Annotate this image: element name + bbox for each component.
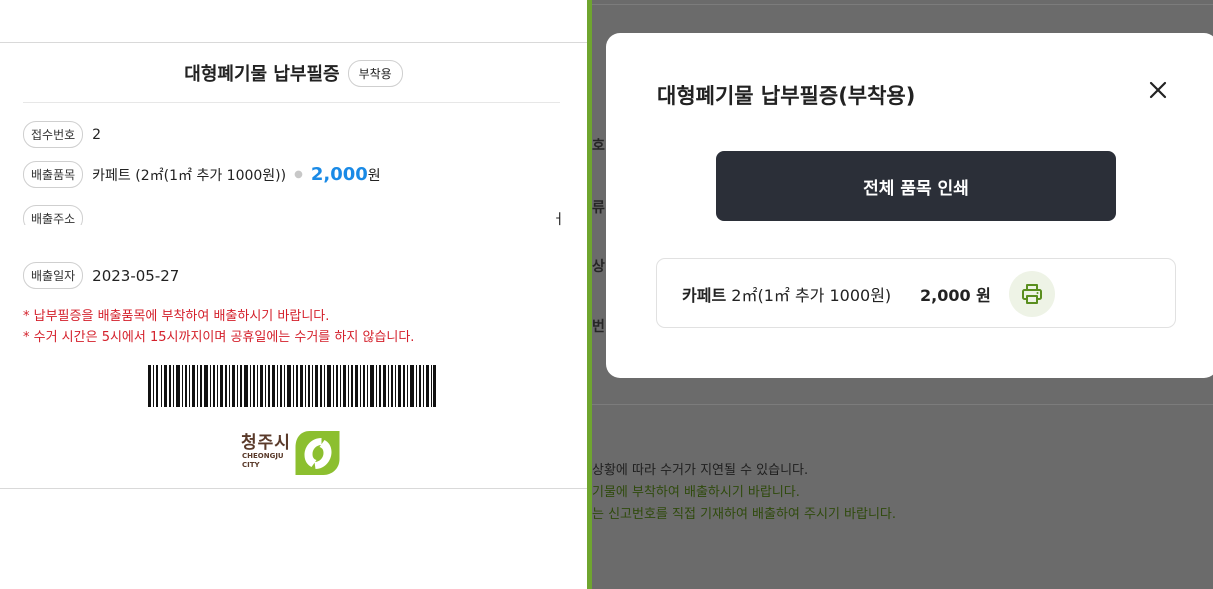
receipt-top-border <box>0 42 587 43</box>
date-label: 배출일자 <box>23 262 84 289</box>
item-separator-dot: ● <box>294 169 303 180</box>
print-item-button[interactable] <box>1009 271 1055 317</box>
date-row: 배출일자 2023-05-27 <box>23 262 179 289</box>
bg-fragment-2: 류 <box>592 200 605 216</box>
logo-english-line1: CHEONGJU <box>242 452 284 460</box>
notice-line-1: * 납부필증을 배출품목에 부착하여 배출하시기 바랍니다. <box>23 309 330 324</box>
bg-note-2: 기물에 부착하여 배출하시기 바랍니다. <box>592 485 800 500</box>
item-name: 카페트 <box>682 286 727 305</box>
receipt-no-row: 접수번호 2 <box>23 121 101 148</box>
item-value: 카페트 (2㎡(1㎡ 추가 1000원)) <box>92 167 287 184</box>
bg-fragment-3: 상 <box>592 259 605 275</box>
notice-line-2: * 수거 시간은 5시에서 15시까지이며 공휴일에는 수거를 하지 않습니다. <box>23 330 415 345</box>
receipt-bottom-border <box>0 488 587 489</box>
receipt-no-label: 접수번호 <box>23 121 84 148</box>
bg-note-3: 는 신고번호를 직접 기재하여 배출하여 주시기 바랍니다. <box>592 507 897 522</box>
receipt-heading: 대형폐기물 납부필증 부착용 <box>0 59 587 89</box>
item-price-unit: 원 <box>367 167 381 184</box>
barcode <box>148 365 436 407</box>
item-card: 카페트 2㎡(1㎡ 추가 1000원) 2,000 원 <box>656 258 1176 328</box>
bg-fragment-4: 번 <box>592 319 605 335</box>
cheongju-city-logo: 청주시 CHEONGJU CITY <box>240 428 344 478</box>
bg-divider <box>592 4 1213 5</box>
modal-title: 대형폐기물 납부필증(부착용) <box>657 84 916 108</box>
item-description: 카페트 2㎡(1㎡ 추가 1000원) <box>682 282 891 306</box>
item-price-number: 2,000 <box>310 164 368 185</box>
item-label: 배출품목 <box>23 161 84 188</box>
attach-badge: 부착용 <box>347 59 403 87</box>
bg-divider-2 <box>592 404 1213 405</box>
item-price: 2,000 원 <box>920 286 991 305</box>
address-row: 배출주소 <box>23 205 563 225</box>
print-receipt-modal: 대형폐기물 납부필증(부착용) 전체 품목 인쇄 카페트 2㎡(1㎡ 추가 10… <box>606 33 1213 378</box>
logo-english-line2: CITY <box>242 461 260 469</box>
bg-fragment-1: 호 <box>592 138 605 154</box>
printer-icon <box>1022 284 1042 304</box>
printable-receipt: 대형폐기물 납부필증 부착용 접수번호 2 배출품목 카페트 (2㎡(1㎡ 추가 … <box>0 0 587 589</box>
item-spec: 2㎡(1㎡ 추가 1000원) <box>731 286 892 305</box>
close-icon[interactable] <box>1146 78 1170 102</box>
receipt-title: 대형폐기물 납부필증 <box>184 64 340 85</box>
logo-english-text: CHEONGJU CITY <box>242 452 284 470</box>
bg-note-1: 상황에 따라 수거가 지연될 수 있습니다. <box>592 463 809 478</box>
receipt-divider <box>23 102 560 103</box>
address-value-tail: ㅓ <box>552 212 565 228</box>
print-all-button[interactable]: 전체 품목 인쇄 <box>716 151 1116 221</box>
logo-mark-icon <box>295 431 340 475</box>
date-value: 2023-05-27 <box>92 266 180 285</box>
receipt-no-value: 2 <box>92 126 102 143</box>
address-label: 배출주소 <box>23 205 84 225</box>
logo-korean-text: 청주시 <box>241 433 291 453</box>
item-row: 배출품목 카페트 (2㎡(1㎡ 추가 1000원)) ● 2,000 원 <box>23 161 381 188</box>
